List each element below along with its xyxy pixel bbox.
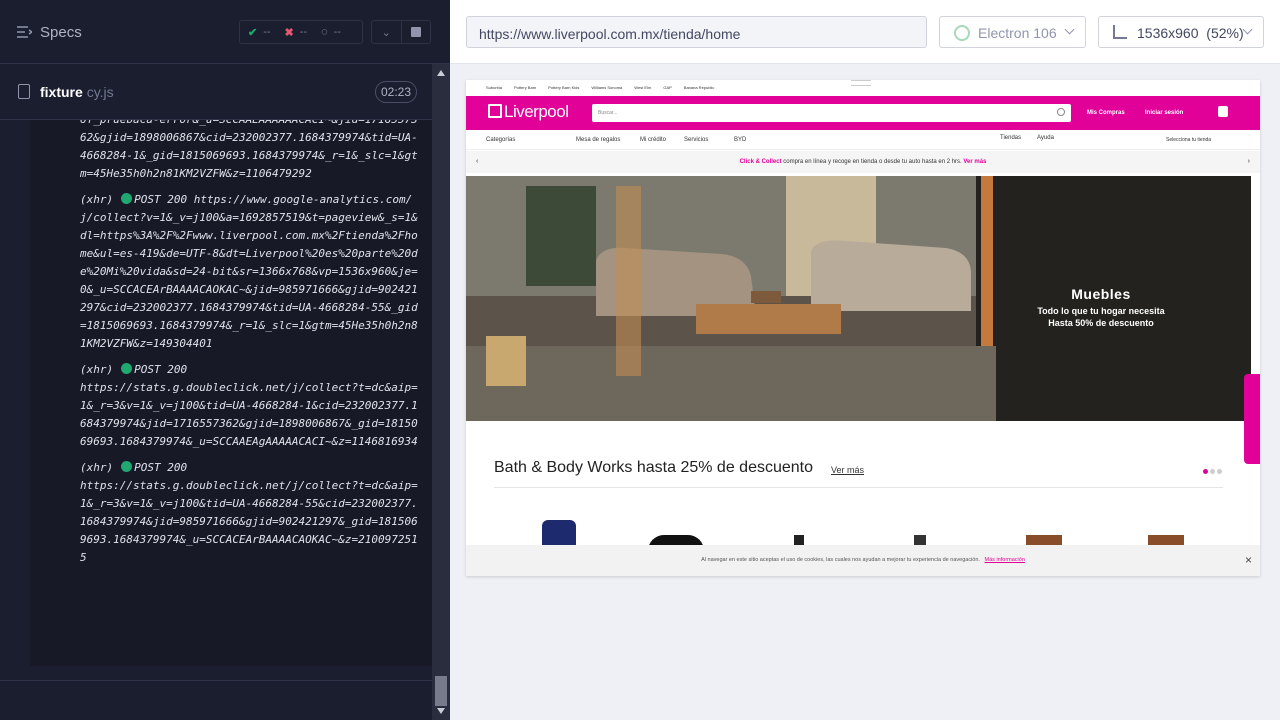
site-logo[interactable]: Liverpool [504,102,569,122]
carousel-dot[interactable] [1203,469,1208,474]
viewport-size: 1536x960 [1137,25,1199,41]
cookie-text: Al navegar en este sitio aceptas el uso … [701,557,980,563]
electron-icon [954,25,970,41]
promo-link[interactable]: Ver más [963,159,986,165]
specs-list-icon[interactable] [16,24,32,40]
brand-link[interactable]: West Elm [634,85,651,96]
site-search-input[interactable]: Buscar... [592,104,1071,122]
login-link[interactable]: Iniciar sesión [1145,110,1183,116]
bag-icon[interactable] [1218,106,1228,117]
nav-credito[interactable]: Mi crédito [640,137,666,143]
brand-link[interactable]: Williams Sonoma [591,85,622,96]
hero-line2: Hasta 50% de descuento [1048,318,1154,328]
promo-bar: ‹ Click & Collect compra en línea y reco… [466,151,1260,173]
nav-ayuda[interactable]: Ayuda [1037,135,1054,141]
log-entry[interactable]: (xhr) POST 200 https://stats.g.doubleclic… [80,361,420,451]
mis-compras-link[interactable]: Mis Compras [1087,110,1125,116]
chevron-down-icon[interactable]: ⌄ [372,21,401,43]
runner-panel: Specs ✔ -- ✖ -- ◌ -- ⌄ fixture cy.js 02:23 … [0,0,450,720]
specs-title[interactable]: Specs [40,24,82,41]
pending-count: -- [333,26,341,38]
viewport-scale: (52%) [1206,25,1244,41]
site-nav: Categorías Mesa de regalos Mi crédito Se… [466,130,1260,150]
log-scrollbar[interactable] [432,64,450,720]
chevron-left-icon[interactable]: ‹ [476,158,478,165]
hero-text: Muebles Todo lo que tu hogar necesita Ha… [1026,286,1176,329]
chevron-down-icon [1064,24,1075,35]
nav-byd[interactable]: BYD [734,137,746,143]
check-icon: ✔ [248,26,258,39]
pending-icon: ◌ [321,26,328,38]
test-stats: ✔ -- ✖ -- ◌ -- [239,20,363,44]
feedback-tab[interactable] [1244,374,1260,464]
search-icon[interactable] [1057,108,1065,116]
chevron-down-icon [1242,24,1253,35]
section-link[interactable]: Ver más [831,465,864,475]
promo-text: compra en línea y recoge en tienda o des… [781,159,962,165]
store-selector[interactable]: Selecciona tu tienda [1166,137,1211,143]
ruler-icon [1113,25,1127,39]
failed-count: -- [299,26,308,38]
scroll-thumb[interactable] [435,676,447,706]
stop-icon [410,27,421,37]
brand-link[interactable]: GAP [663,85,671,96]
divider [494,487,1223,488]
browser-selector[interactable]: Electron 106 [939,16,1086,48]
search-placeholder: Buscar... [598,110,618,116]
status-dot-icon [121,363,133,374]
site-header: Liverpool Buscar... Mis Compras Iniciar … [466,96,1260,130]
hero-line1: Todo lo que tu hogar necesita [1037,306,1165,316]
viewport-info[interactable]: 1536x960 (52%) [1098,16,1264,48]
brand-link[interactable]: Pottery Barn Kids [548,85,579,96]
stop-button[interactable] [400,21,431,43]
spec-file-bar: fixture cy.js 02:23 [0,64,432,120]
scroll-down-icon[interactable] [437,708,445,714]
cookie-more-link[interactable]: Más información [985,557,1025,563]
hero-banner[interactable]: Muebles Todo lo que tu hogar necesita Ha… [466,176,1251,421]
nav-categorias[interactable]: Categorías [486,137,515,143]
chevron-right-icon[interactable]: › [1248,158,1250,165]
status-dot-icon [121,461,133,472]
passed-count: -- [263,26,271,38]
cookie-banner: Al navegar en este sitio aceptas el uso … [466,545,1260,576]
scroll-up-icon[interactable] [437,70,445,76]
browser-label: Electron 106 [978,25,1057,41]
aut-iframe[interactable]: Suburbia Pottery Barn Pottery Barn Kids … [466,80,1260,576]
spec-file-name[interactable]: fixture cy.js [40,84,114,100]
nav-tiendas[interactable]: Tiendas [1000,135,1021,141]
carousel-dot[interactable] [1217,469,1222,474]
runner-header: Specs ✔ -- ✖ -- ◌ -- ⌄ [0,0,450,64]
x-icon: ✖ [284,26,294,39]
aut-panel: https://www.liverpool.com.mx/tienda/home… [450,0,1280,720]
command-log[interactable]: 6f_pruebaca-error&_u=SCCAAEAAAAAACACI~&j… [30,120,432,666]
file-basename: fixture [40,84,83,100]
nav-servicios[interactable]: Servicios [684,137,708,143]
duration-badge: 02:23 [375,81,417,103]
status-dot-icon [121,193,133,204]
file-ext: cy.js [86,84,114,100]
liverpool-logo-icon[interactable] [488,104,502,118]
log-entry[interactable]: 6f_pruebaca-error&_u=SCCAAEAAAAAACACI~&j… [80,120,420,183]
log-entry[interactable]: (xhr) POST 200 https://www.google-analyti… [80,191,420,353]
carousel-dots[interactable] [1203,469,1222,474]
promo-brand: Click & Collect [739,159,782,165]
log-entry[interactable]: (xhr) POST 200 https://stats.g.doubleclic… [80,459,420,567]
brand-link[interactable]: Pottery Barn [514,85,536,96]
drag-handle[interactable] [851,80,871,86]
carousel-dot[interactable] [1210,469,1215,474]
url-bar[interactable]: https://www.liverpool.com.mx/tienda/home [466,16,927,48]
aut-header: https://www.liverpool.com.mx/tienda/home… [450,0,1280,64]
divider [0,680,432,681]
brand-link[interactable]: Suburbia [486,85,502,96]
run-controls: ⌄ [371,20,431,44]
hero-title: Muebles [1071,286,1131,302]
nav-mesa[interactable]: Mesa de regalos [576,137,620,143]
section-title: Bath & Body Works hasta 25% de descuento [494,459,814,476]
file-icon [18,84,30,99]
close-icon[interactable]: × [1245,553,1252,567]
brand-link[interactable]: Banana Republic [684,85,714,96]
